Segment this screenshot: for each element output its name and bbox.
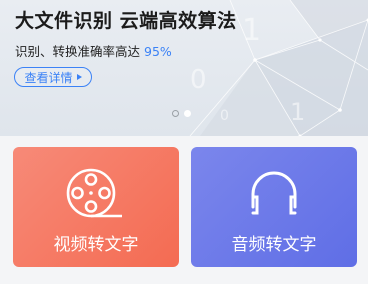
view-details-button[interactable]: 查看详情	[14, 67, 92, 87]
svg-text:1: 1	[290, 98, 305, 126]
svg-text:0: 0	[220, 108, 229, 124]
audio-to-text-card[interactable]: 音频转文字	[191, 147, 357, 267]
banner-subtitle-text: 识别、转换准确率高达	[15, 44, 141, 59]
view-details-label: 查看详情	[24, 70, 73, 85]
promo-banner[interactable]: 1 0 1 0 大文件识别 云端高效算法 识别、转换准确率高达 95% 查看详情	[0, 0, 368, 136]
video-to-text-card[interactable]: 视频转文字	[13, 147, 179, 267]
carousel-indicator	[172, 110, 191, 117]
banner-subtitle: 识别、转换准确率高达 95%	[15, 41, 172, 60]
film-reel-icon	[66, 168, 122, 218]
play-arrow-icon	[76, 74, 82, 80]
audio-to-text-label: 音频转文字	[231, 235, 317, 255]
carousel-dot-2[interactable]	[184, 110, 191, 117]
headphones-icon	[251, 171, 297, 215]
banner-title: 大文件识别 云端高效算法	[15, 10, 237, 32]
svg-text:0: 0	[190, 65, 207, 95]
accuracy-percentage: 95%	[144, 44, 172, 59]
carousel-dot-1[interactable]	[172, 110, 179, 117]
video-to-text-label: 视频转文字	[53, 235, 139, 255]
svg-text:1: 1	[242, 13, 261, 48]
